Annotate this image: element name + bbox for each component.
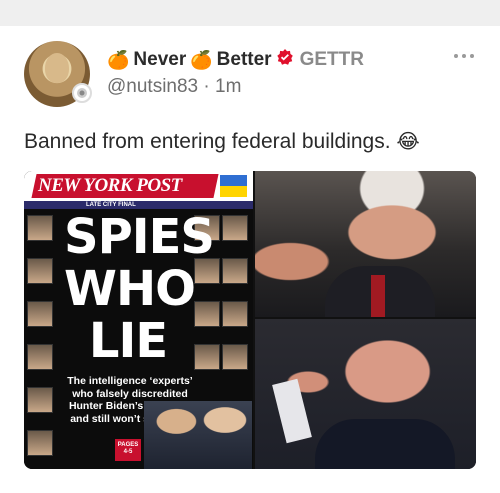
headline-line: WHO (64, 261, 196, 317)
cover-headline: SPIES WHO LIE (64, 209, 215, 369)
post-time[interactable]: 1m (215, 76, 241, 97)
dateline: LATE CITY FINAL (24, 201, 253, 209)
official-photo (27, 430, 53, 456)
official-photo (27, 258, 53, 284)
handle-row: @nutsin83 · 1m (107, 76, 241, 98)
official-photo (222, 258, 248, 284)
headline-line: LIE (88, 313, 168, 369)
orange-emoji-icon: 🍊 (190, 49, 213, 70)
pages-badge: PAGES 4-5 (115, 439, 141, 461)
separator-dot: · (203, 76, 210, 97)
photo-man-top[interactable] (255, 171, 476, 317)
post-text-body: Banned from entering federal buildings. (24, 130, 391, 153)
tie (371, 275, 385, 317)
cover-people-photo (144, 401, 252, 469)
laughing-emoji-icon: 😂 (396, 131, 420, 153)
avatar-face (45, 53, 69, 83)
newspaper-cover-image[interactable]: NEW YORK POST LATE CITY FINAL SPIES WHO … (24, 171, 253, 469)
official-photo (194, 301, 220, 327)
official-photo (222, 344, 248, 370)
official-photo (27, 344, 53, 370)
orange-emoji-icon: 🍊 (107, 49, 130, 70)
suit (315, 419, 455, 469)
official-photo (222, 301, 248, 327)
official-photo (27, 387, 53, 413)
verified-badge-icon (276, 48, 294, 72)
top-bar (0, 0, 500, 26)
display-name-word-1: Never (133, 49, 187, 70)
masthead-title: NEW YORK POST (38, 175, 182, 196)
ny-post-logo: NEW YORK POST (31, 174, 219, 198)
more-options-icon[interactable] (454, 50, 476, 62)
raised-arm (272, 378, 312, 444)
dot (454, 54, 458, 58)
masthead: NEW YORK POST (24, 171, 253, 205)
official-photo (222, 215, 248, 241)
display-name-word-2: Better (216, 49, 272, 70)
edition-label: LATE CITY FINAL (86, 202, 136, 208)
display-name-row[interactable]: 🍊 Never 🍊 Better GETTR (107, 47, 364, 73)
official-photo (27, 301, 53, 327)
avatar-badge-icon (72, 83, 92, 103)
ukraine-flag-icon (220, 175, 247, 197)
platform-label: GETTR (299, 49, 364, 70)
official-photo (194, 344, 220, 370)
dot (470, 54, 474, 58)
official-photo (27, 215, 53, 241)
post-media[interactable]: NEW YORK POST LATE CITY FINAL SPIES WHO … (24, 171, 476, 469)
photo-man-bottom[interactable] (255, 319, 476, 469)
dot (462, 54, 466, 58)
headline-line: SPIES (64, 209, 215, 265)
user-handle[interactable]: @nutsin83 (107, 76, 198, 97)
left-face-column (27, 215, 61, 469)
post-text: Banned from entering federal buildings. … (24, 129, 420, 154)
